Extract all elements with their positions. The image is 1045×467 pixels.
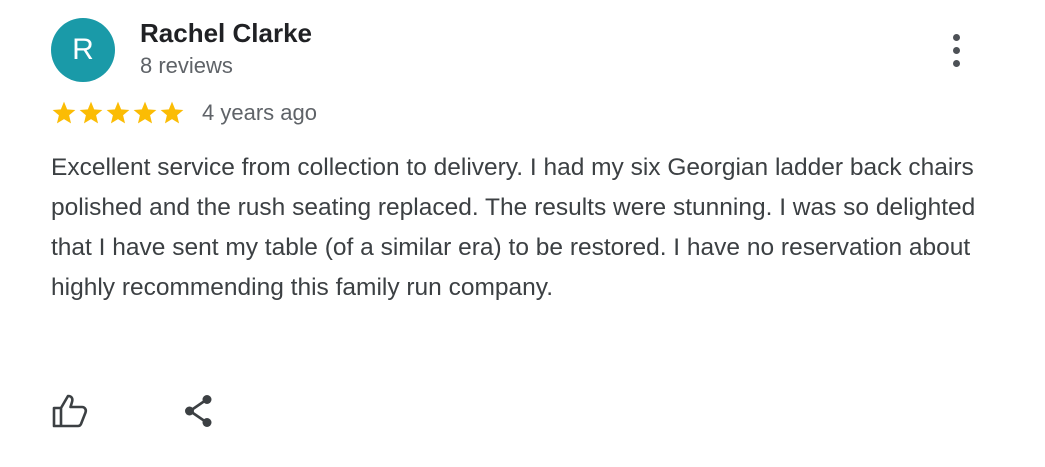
review-text: Excellent service from collection to del… xyxy=(51,154,976,301)
star-icon xyxy=(79,101,103,124)
review-actions xyxy=(51,391,223,431)
rating-row: 4 years ago xyxy=(51,98,317,128)
share-icon xyxy=(185,395,212,427)
share-button[interactable] xyxy=(181,391,223,431)
more-options-button[interactable] xyxy=(938,28,974,72)
reviewer-name[interactable]: Rachel Clarke xyxy=(140,18,312,49)
star-icon xyxy=(52,101,76,124)
star-icon xyxy=(133,101,157,124)
avatar[interactable]: R xyxy=(51,18,115,82)
star-rating xyxy=(51,100,185,126)
star-icon xyxy=(160,101,184,124)
more-vertical-icon xyxy=(952,33,960,41)
reviewer-review-count: 8 reviews xyxy=(140,53,233,78)
review-time: 4 years ago xyxy=(202,100,317,125)
thumbs-up-icon xyxy=(52,394,88,428)
avatar-initial: R xyxy=(72,33,94,66)
star-icon xyxy=(106,101,130,124)
like-button[interactable] xyxy=(51,391,93,431)
